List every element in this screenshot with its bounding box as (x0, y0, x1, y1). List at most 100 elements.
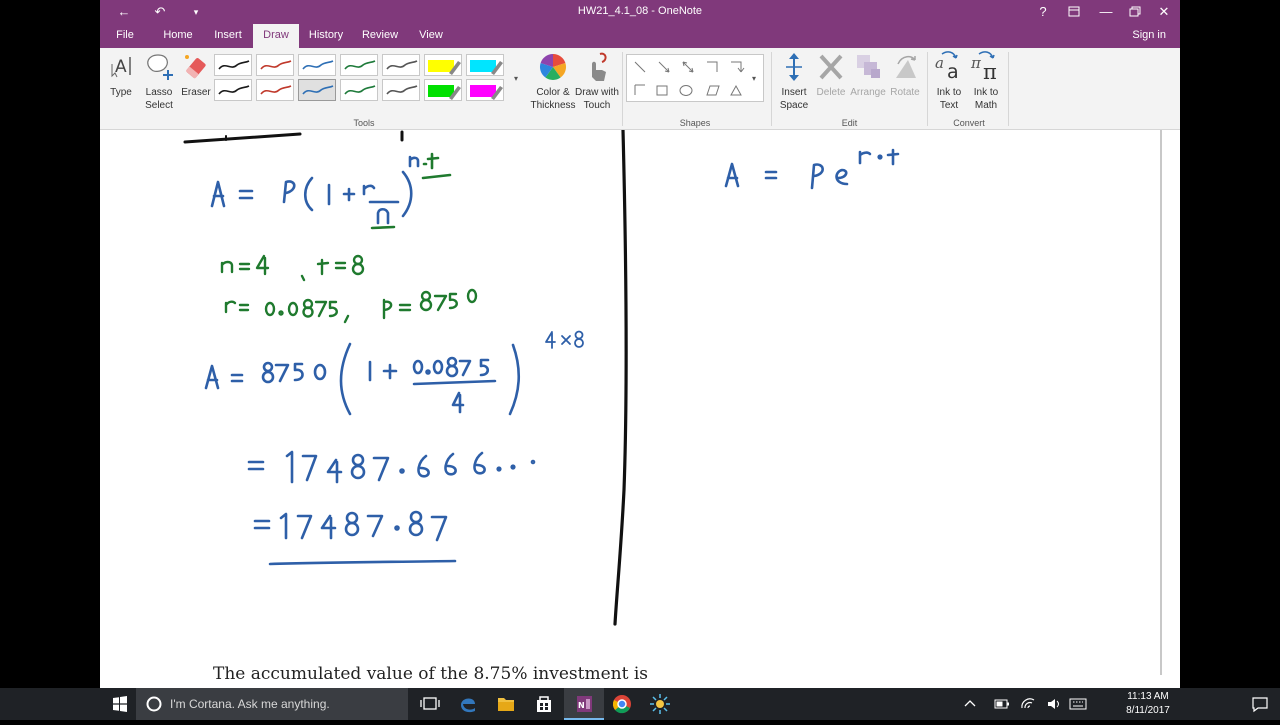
shapes-gallery-more-icon[interactable]: ▾ (752, 74, 756, 83)
tray-expand-button[interactable] (958, 688, 982, 720)
insert-space-button[interactable]: Insert Space (776, 50, 812, 112)
task-view-button[interactable] (410, 688, 450, 720)
edge-icon (461, 698, 475, 713)
highlighter-swatch[interactable] (466, 54, 504, 76)
eraser-button[interactable]: Eraser (180, 50, 212, 99)
tab-view[interactable]: View (414, 24, 448, 48)
wifi-button[interactable] (1016, 688, 1040, 720)
tab-draw[interactable]: Draw (253, 24, 299, 48)
tab-home[interactable]: Home (158, 24, 198, 48)
highlighter-icon (470, 85, 503, 100)
pen-swatch[interactable] (382, 54, 420, 76)
file-explorer-taskbar-button[interactable] (486, 688, 526, 720)
onenote-taskbar-button[interactable]: N (564, 688, 604, 720)
tab-insert[interactable]: Insert (208, 24, 248, 48)
restore-button[interactable] (1120, 0, 1148, 24)
lasso-select-button[interactable]: Lasso Select (140, 50, 178, 112)
battery-icon (994, 699, 1009, 709)
cortana-search-box[interactable]: I'm Cortana. Ask me anything. (136, 688, 408, 720)
rotate-button[interactable]: Rotate (887, 50, 923, 99)
pen-gallery-more-icon[interactable]: ▾ (514, 74, 518, 83)
battery-button[interactable] (990, 688, 1014, 720)
wifi-icon (1021, 698, 1035, 709)
highlighter-icon (428, 85, 461, 100)
edge-taskbar-button[interactable] (448, 688, 488, 720)
ink-canvas (183, 130, 900, 626)
pen-swatch[interactable] (298, 79, 336, 101)
pen-swatch[interactable] (256, 54, 294, 76)
delete-icon (819, 54, 843, 80)
pen-swatch[interactable] (340, 54, 378, 76)
type-icon: A (111, 57, 131, 78)
svg-text:a: a (935, 54, 944, 72)
pen-swatch[interactable] (298, 54, 336, 76)
store-bag-icon (537, 696, 551, 712)
clock-time: 11:13 AM (1127, 691, 1169, 702)
help-button[interactable]: ? (1029, 0, 1057, 24)
pen-swatch[interactable] (340, 79, 378, 101)
result-rounded (253, 510, 457, 566)
tab-history[interactable]: History (304, 24, 348, 48)
pen-stroke-icon (218, 60, 250, 70)
cortana-circle-icon (146, 696, 162, 712)
pen-swatch[interactable] (256, 79, 294, 101)
ink-to-math-button[interactable]: π π Ink to Math (968, 50, 1004, 112)
rotate-label: Rotate (890, 87, 920, 98)
draw-with-touch-button[interactable]: Draw with Touch (574, 50, 620, 112)
volume-button[interactable] (1042, 688, 1066, 720)
note-page[interactable]: The accumulated value of the 8.75% inves… (100, 130, 1180, 688)
action-center-button[interactable] (1240, 688, 1280, 720)
vertical-scrollbar[interactable] (1160, 130, 1162, 675)
type-button[interactable]: A Type (106, 50, 136, 99)
pen-swatch[interactable] (214, 54, 252, 76)
svg-text:a: a (947, 61, 959, 83)
ribbon-separator (927, 52, 928, 126)
ink-to-text-button[interactable]: a a Ink to Text (931, 50, 967, 112)
minimize-button[interactable]: — (1092, 0, 1120, 24)
app-taskbar-button[interactable] (640, 688, 680, 720)
pen-stroke-icon (386, 85, 418, 95)
formula-compound-interest (210, 155, 420, 225)
pen-swatch[interactable] (214, 79, 252, 101)
keyboard-icon (1069, 698, 1087, 710)
result-unrounded (247, 450, 536, 484)
tab-review[interactable]: Review (358, 24, 402, 48)
insert-space-icon (786, 53, 802, 81)
windows-logo-icon (113, 696, 127, 712)
highlighter-swatch[interactable] (466, 79, 504, 101)
insert-space-label: Insert Space (779, 87, 809, 111)
windows-taskbar: I'm Cortana. Ask me anything. N 11:13 AM… (0, 688, 1280, 720)
close-button[interactable]: ✕ (1150, 0, 1178, 24)
sign-in-link[interactable]: Sign in (1132, 24, 1166, 48)
eraser-icon (185, 55, 206, 79)
highlighter-swatch[interactable] (424, 79, 462, 101)
start-button[interactable] (100, 688, 140, 720)
touch-keyboard-button[interactable] (1066, 688, 1090, 720)
pen-stroke-icon (260, 85, 292, 95)
chrome-taskbar-button[interactable] (602, 688, 642, 720)
pen-stroke-icon (302, 60, 334, 70)
arrange-button[interactable]: Arrange (850, 50, 886, 99)
pen-stroke-icon (344, 85, 376, 95)
delete-label: Delete (816, 87, 846, 98)
color-thickness-label: Color & Thickness (530, 87, 576, 111)
pen-swatch[interactable] (382, 79, 420, 101)
delete-button[interactable]: Delete (813, 50, 849, 99)
pen-stroke-icon (218, 85, 250, 95)
pen-stroke-icon (260, 60, 292, 70)
chrome-icon (612, 695, 631, 714)
system-clock[interactable]: 11:13 AM 8/11/2017 (1116, 690, 1180, 718)
title-bar: ← ↶ ▾ HW21_4.1_08 - OneNote ? — ✕ (100, 0, 1180, 24)
color-thickness-button[interactable]: Color & Thickness (530, 50, 576, 112)
highlighter-swatch[interactable] (424, 54, 462, 76)
pen-stroke-icon (302, 85, 334, 95)
tab-file[interactable]: File (110, 24, 140, 48)
svg-text:π: π (970, 54, 982, 72)
arrange-icon (857, 55, 880, 78)
store-taskbar-button[interactable] (524, 688, 564, 720)
color-wheel-icon (539, 53, 567, 80)
folder-icon (498, 698, 514, 711)
ribbon-display-options-icon[interactable] (1060, 0, 1088, 24)
convert-group-label: Convert (953, 118, 985, 128)
ink-to-text-icon: a a (935, 51, 959, 83)
